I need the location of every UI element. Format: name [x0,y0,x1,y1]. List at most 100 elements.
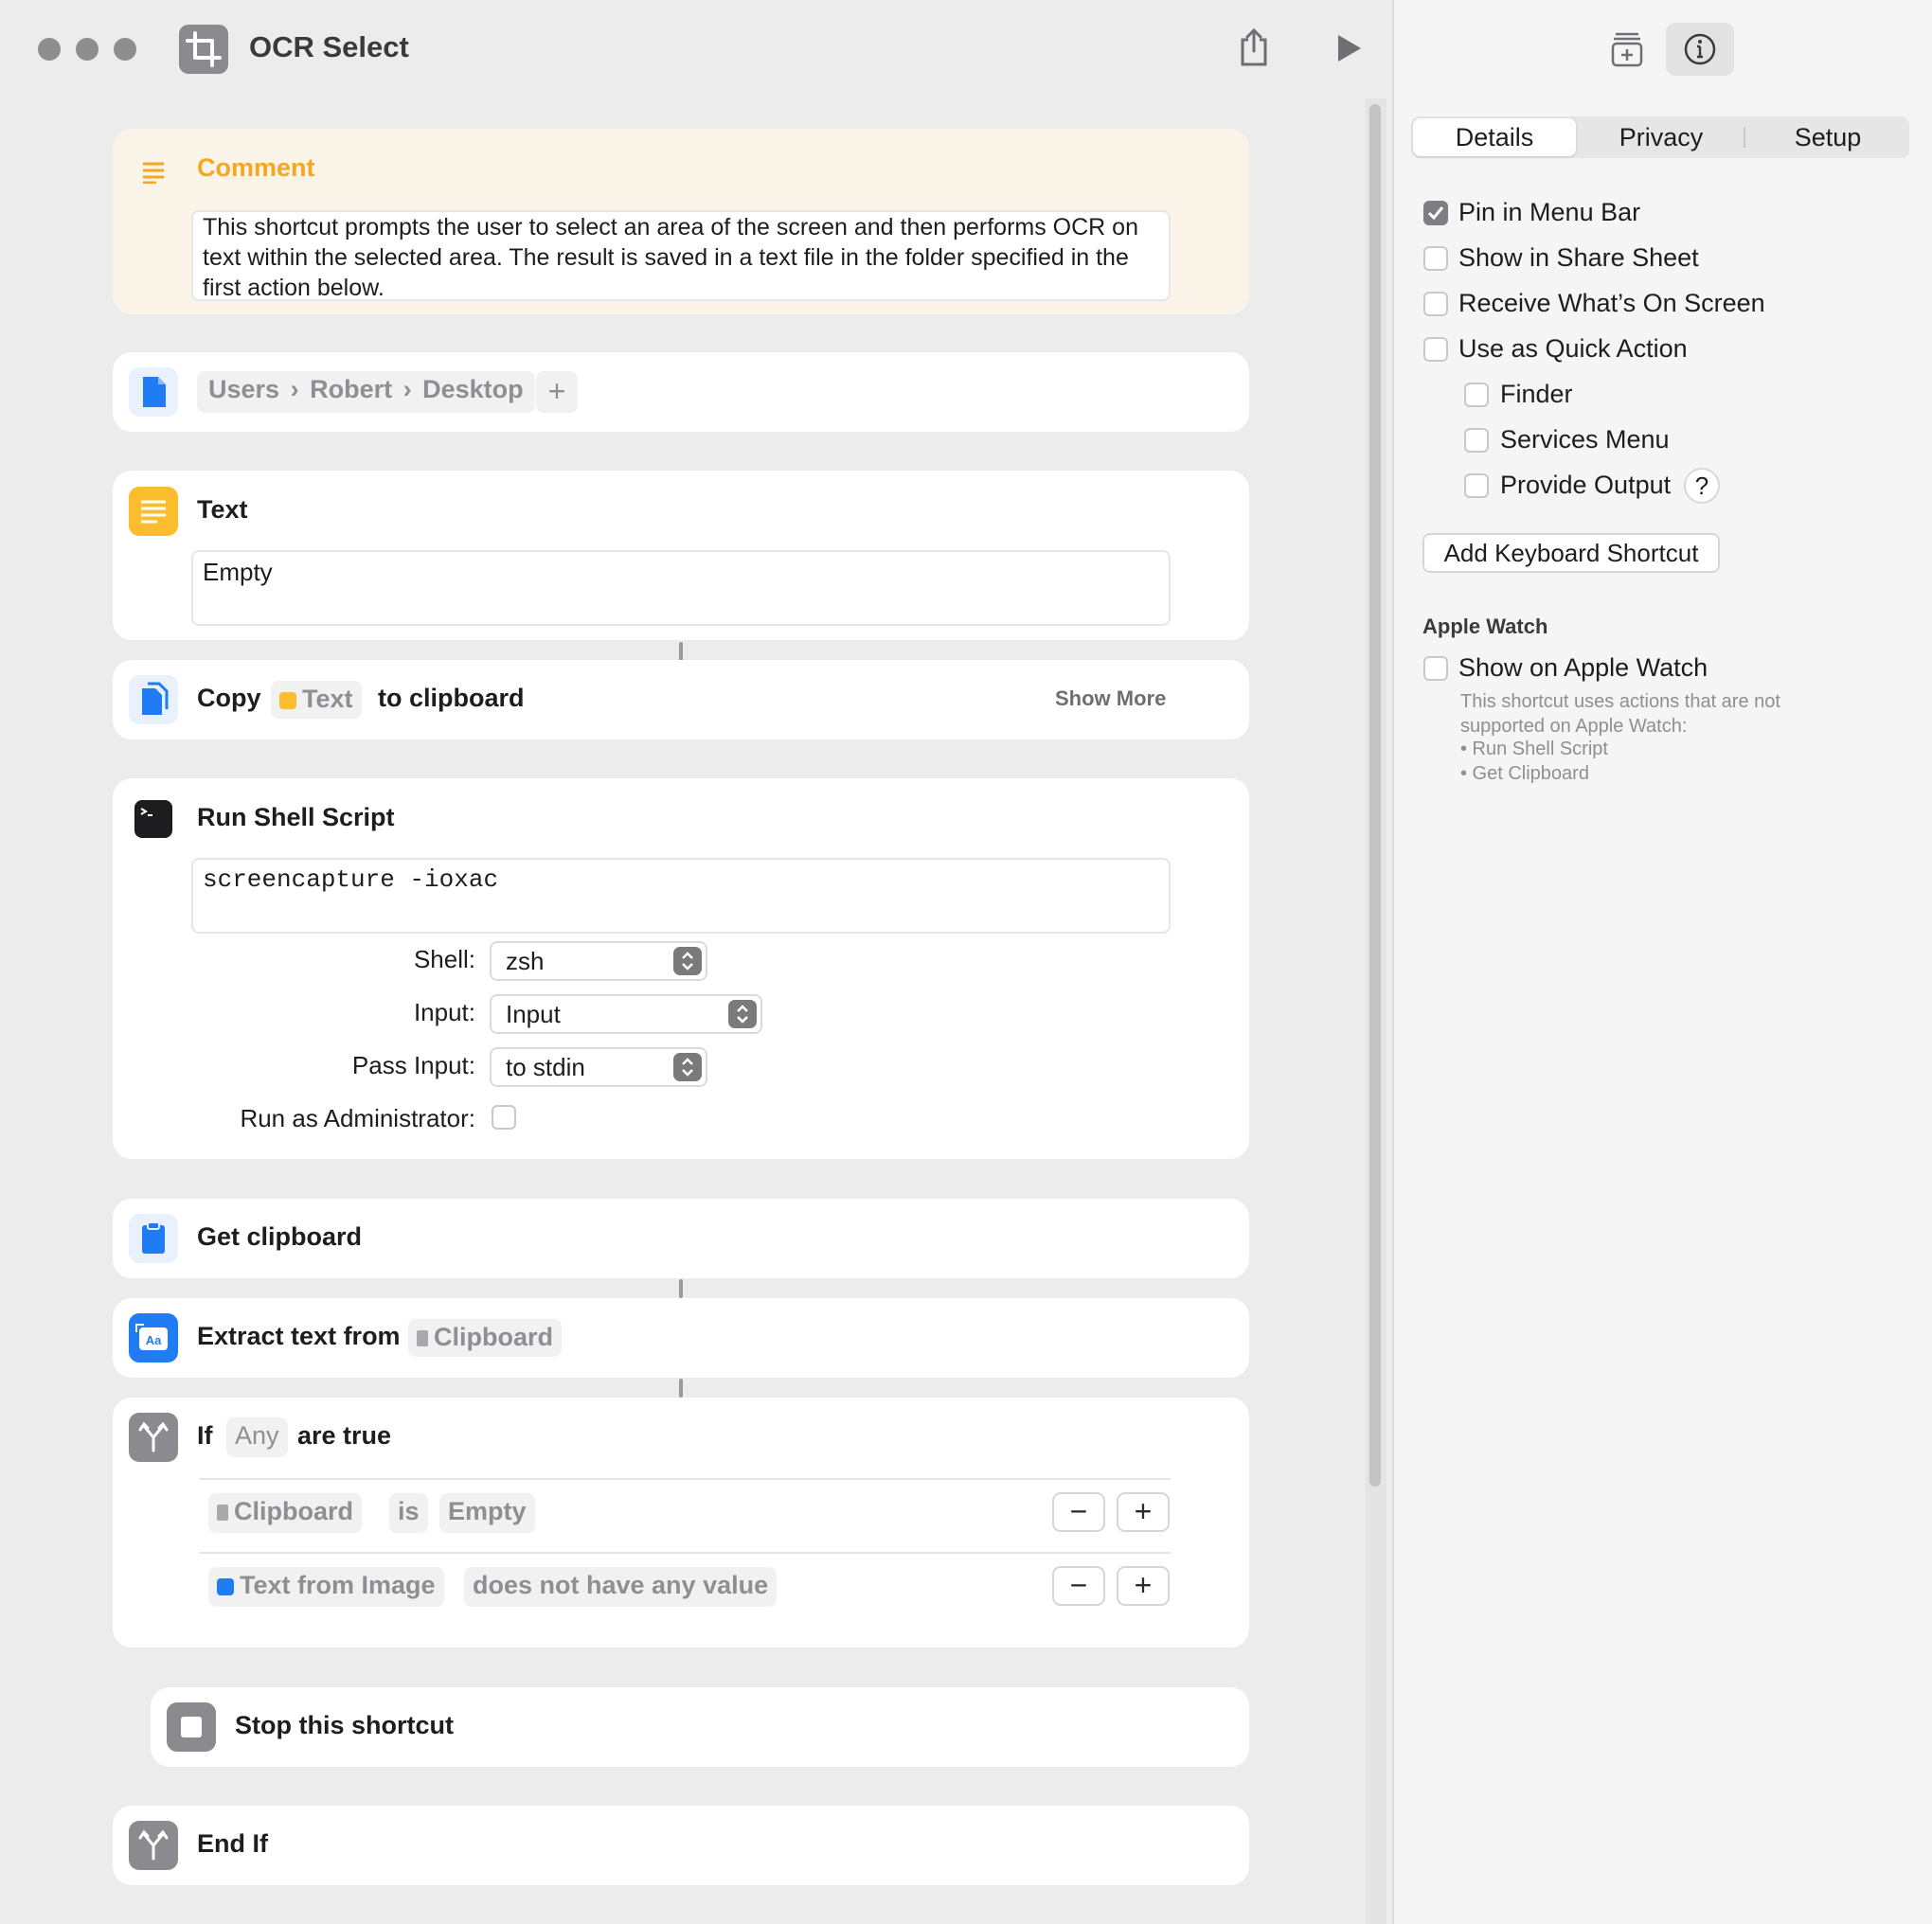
condition-operator[interactable]: does not have any value [464,1567,778,1607]
get-clipboard-label: Get clipboard [197,1222,363,1251]
run-as-admin-label: Run as Administrator: [240,1104,475,1132]
text-recognition-icon: Aa [129,1313,178,1363]
crop-icon[interactable] [179,25,228,74]
info-icon[interactable] [1666,23,1734,76]
chevron-right-icon: › [402,375,412,403]
action-connector [679,1379,683,1398]
add-keyboard-shortcut-button[interactable]: Add Keyboard Shortcut [1422,533,1720,573]
comment-icon [141,161,166,188]
receive-whats-on-screen-label: Receive What’s On Screen [1458,289,1765,317]
provide-output-checkbox[interactable] [1464,473,1489,498]
copy-token-text: Text [302,685,353,713]
branch-icon [129,1413,178,1462]
add-to-library-icon[interactable] [1610,30,1644,68]
remove-condition-button[interactable]: − [1052,1566,1105,1606]
pass-input-value: to stdin [506,1053,585,1081]
scrollbar-track[interactable] [1366,98,1386,1924]
comment-text-field[interactable]: This shortcut prompts the user to select… [191,210,1171,301]
run-shell-script-action[interactable]: Run Shell Script screencapture -ioxac Sh… [113,778,1249,1159]
show-in-share-sheet-label: Show in Share Sheet [1458,243,1699,272]
text-lines-icon [129,487,178,536]
condition-operator[interactable]: is [389,1493,428,1533]
text-token-icon [279,692,296,709]
extract-text-label: Extract text from [197,1322,401,1350]
copy-document-icon [129,675,178,724]
divider [200,1552,1171,1554]
get-clipboard-action[interactable]: Get clipboard [113,1199,1249,1278]
services-menu-checkbox[interactable] [1464,428,1489,453]
play-icon[interactable] [1335,32,1364,64]
clipboard-icon [129,1214,178,1263]
share-icon[interactable] [1237,27,1271,68]
show-in-share-sheet-checkbox[interactable] [1423,246,1448,271]
condition-subject[interactable]: Clipboard [208,1493,362,1533]
scrollbar-thumb[interactable] [1369,104,1381,1487]
if-mode-token[interactable]: Any [226,1417,288,1457]
extract-input-token[interactable]: Clipboard [408,1319,562,1357]
copy-action[interactable]: Copy Text to clipboard Show More [113,660,1249,739]
run-shell-script-label: Run Shell Script [197,803,395,831]
stop-shortcut-action[interactable]: Stop this shortcut [151,1687,1249,1767]
folder-action[interactable]: Users › Robert › Desktop + [113,352,1249,432]
clipboard-token-icon [417,1330,428,1346]
action-connector [679,1279,683,1298]
show-on-apple-watch-label: Show on Apple Watch [1458,653,1708,682]
tab-divider [1744,127,1745,148]
services-menu-label: Services Menu [1500,425,1670,454]
stop-shortcut-label: Stop this shortcut [235,1711,454,1739]
finder-checkbox[interactable] [1464,383,1489,407]
copy-input-token[interactable]: Text [271,681,362,719]
if-suffix: are true [297,1421,392,1450]
extract-text-action[interactable]: Aa Extract text from Clipboard [113,1298,1249,1378]
use-as-quick-action-checkbox[interactable] [1423,337,1448,362]
stepper-icon [728,1000,757,1028]
text-action-field[interactable]: Empty [191,550,1171,626]
copy-label: Copy [197,684,261,712]
input-popup[interactable]: Input [490,994,762,1034]
help-button[interactable]: ? [1684,468,1720,504]
action-connector [679,642,683,661]
apple-watch-note: This shortcut uses actions that are not … [1460,691,1780,737]
receive-whats-on-screen-checkbox[interactable] [1423,292,1448,316]
text-recognition-token-icon [217,1578,234,1595]
tab-setup[interactable]: Setup [1746,116,1909,158]
if-action[interactable]: If Any are true Clipboard is Empty − + T… [113,1398,1249,1648]
tab-details[interactable]: Details [1413,118,1576,156]
add-condition-button[interactable]: + [1117,1566,1170,1606]
clipboard-token-icon [217,1505,228,1521]
svg-text:Aa: Aa [146,1333,162,1347]
show-on-apple-watch-checkbox[interactable] [1423,656,1448,681]
input-label: Input: [413,998,475,1026]
shortcut-editor: OCR Select Comment This shortcut prompts… [0,0,1392,1924]
terminal-icon [129,794,178,844]
tab-privacy[interactable]: Privacy [1580,116,1743,158]
folder-path[interactable]: Users › Robert › Desktop [197,371,535,413]
shell-popup[interactable]: zsh [490,941,707,981]
remove-condition-button[interactable]: − [1052,1492,1105,1532]
pass-input-label: Pass Input: [351,1051,475,1079]
end-if-action[interactable]: End If [113,1806,1249,1885]
unsupported-action: • Run Shell Script [1460,739,1608,759]
condition-subject[interactable]: Text from Image [208,1567,444,1607]
pass-input-popup[interactable]: to stdin [490,1047,707,1087]
chevron-right-icon: › [290,375,299,403]
condition-subject-text: Text from Image [240,1571,436,1599]
script-field[interactable]: screencapture -ioxac [191,858,1171,934]
minimize-window-button[interactable] [76,38,98,61]
path-segment: Users [208,375,280,403]
sidebar-tabs: Details Privacy Setup [1411,116,1909,158]
pin-in-menu-bar-checkbox[interactable] [1423,201,1448,225]
close-window-button[interactable] [38,38,61,61]
condition-value[interactable]: Empty [439,1493,535,1533]
add-path-icon[interactable]: + [536,371,578,413]
text-action[interactable]: Text Empty [113,471,1249,640]
zoom-window-button[interactable] [114,38,136,61]
run-as-admin-checkbox[interactable] [492,1105,516,1130]
finder-label: Finder [1500,380,1573,408]
apple-watch-heading: Apple Watch [1422,615,1548,638]
show-more-button[interactable]: Show More [1055,686,1166,711]
comment-action[interactable]: Comment This shortcut prompts the user t… [113,129,1249,314]
path-segment: Robert [310,375,393,403]
shortcut-title[interactable]: OCR Select [249,30,409,64]
add-condition-button[interactable]: + [1117,1492,1170,1532]
